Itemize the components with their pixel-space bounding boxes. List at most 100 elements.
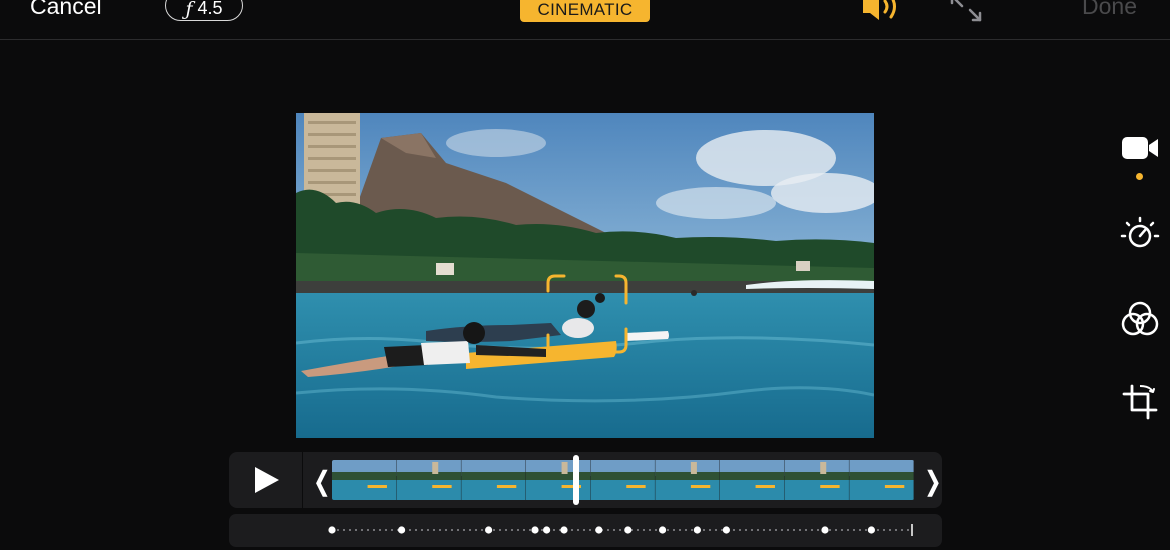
speaker-wave-icon[interactable] (860, 0, 904, 22)
filmstrip-frame (526, 460, 592, 500)
aperture-value: 4.5 (197, 0, 223, 18)
aperture-button[interactable]: ƒ 4.5 (165, 0, 243, 21)
focus-tick (811, 529, 813, 531)
video-preview[interactable] (296, 113, 874, 438)
focus-tick (385, 529, 387, 531)
focus-keyframe-dot[interactable] (543, 526, 551, 534)
focus-keyframe-dot[interactable] (595, 526, 603, 534)
crop-tool-button[interactable] (1118, 382, 1162, 422)
video-camera-icon (1122, 137, 1158, 159)
focus-tick (373, 529, 375, 531)
focus-tick (511, 529, 513, 531)
focus-keyframe-dot[interactable] (659, 526, 667, 534)
filmstrip-frame (396, 460, 462, 500)
focus-tick (541, 529, 543, 531)
focus-tick (463, 529, 465, 531)
focus-tick (691, 529, 693, 531)
focus-keyframe-dot[interactable] (560, 526, 568, 534)
focus-tick (877, 529, 879, 531)
crop-rotate-icon (1122, 384, 1158, 420)
focus-tick (733, 529, 735, 531)
expand-arrows-icon[interactable] (948, 0, 984, 24)
focus-keyframe-dot[interactable] (531, 526, 539, 534)
filmstrip-frame (461, 460, 527, 500)
focus-keyframe-dot[interactable] (328, 526, 336, 534)
focus-tick (607, 529, 609, 531)
trim-handle-right[interactable]: ❭ (922, 466, 944, 497)
top-bar: Cancel ƒ 4.5 CINEMATIC Done (0, 0, 1170, 40)
focus-tick (499, 529, 501, 531)
focus-tick (841, 529, 843, 531)
focus-tick (847, 529, 849, 531)
filmstrip-frame (655, 460, 721, 500)
focus-keyframe-dot[interactable] (821, 526, 829, 534)
focus-keyframe-dot[interactable] (624, 526, 632, 534)
adjust-tool-button[interactable] (1118, 214, 1162, 254)
focus-tick (667, 529, 669, 531)
timeline: ❬ ❭ (229, 452, 944, 508)
focus-tick (421, 529, 423, 531)
focus-tick (907, 529, 909, 531)
focus-tick (883, 529, 885, 531)
focus-tick (517, 529, 519, 531)
focus-tick (757, 529, 759, 531)
focus-keyframe-dot[interactable] (693, 526, 701, 534)
focus-tick (649, 529, 651, 531)
filmstrip-frame (720, 460, 786, 500)
focus-tick (445, 529, 447, 531)
focus-tick (481, 529, 483, 531)
focus-tick (355, 529, 357, 531)
focus-keyframe-dot[interactable] (485, 526, 493, 534)
focus-keyframe-dot[interactable] (867, 526, 876, 534)
focus-tick (637, 529, 639, 531)
filters-circles-icon (1121, 301, 1159, 336)
focus-tick (709, 529, 711, 531)
focus-tick (673, 529, 675, 531)
focus-tick (391, 529, 393, 531)
focus-tick (343, 529, 345, 531)
focus-tick (493, 529, 495, 531)
focus-tick (859, 529, 861, 531)
focus-tick (805, 529, 807, 531)
focus-tick (577, 529, 579, 531)
filmstrip-frame (332, 460, 398, 500)
focus-tick (703, 529, 705, 531)
focus-tick (619, 529, 621, 531)
focus-tick (775, 529, 777, 531)
focus-tick (379, 529, 381, 531)
focus-tick (685, 529, 687, 531)
focus-tick (523, 529, 525, 531)
focus-tick (787, 529, 789, 531)
filmstrip-frame (590, 460, 656, 500)
filmstrip-frame (849, 460, 914, 500)
video-tool-button[interactable] (1118, 128, 1162, 168)
aperture-symbol: ƒ (185, 0, 193, 20)
cancel-button[interactable]: Cancel (30, 0, 102, 20)
focus-tick (427, 529, 429, 531)
done-button[interactable]: Done (1082, 0, 1137, 20)
focus-tick (853, 529, 855, 531)
focus-tick (613, 529, 615, 531)
filters-tool-button[interactable] (1118, 299, 1162, 339)
focus-tick (553, 529, 555, 531)
focus-tick (721, 529, 723, 531)
focus-tick (865, 529, 867, 531)
focus-tick (835, 529, 837, 531)
focus-tick (769, 529, 771, 531)
cinematic-mode-badge[interactable]: CINEMATIC (520, 0, 650, 22)
focus-keyframe-dot[interactable] (722, 526, 730, 534)
focus-tick (589, 529, 591, 531)
focus-tick (745, 529, 747, 531)
focus-keyframe-dot[interactable] (398, 526, 406, 534)
focus-tick (829, 529, 831, 531)
play-button[interactable] (229, 452, 303, 508)
focus-tick (433, 529, 435, 531)
trim-handle-left[interactable]: ❬ (311, 466, 333, 497)
focus-tick (337, 529, 339, 531)
focus-tick (751, 529, 753, 531)
playhead[interactable] (573, 455, 580, 505)
focus-tick (415, 529, 417, 531)
focus-track[interactable] (229, 514, 942, 547)
filmstrip[interactable] (332, 460, 914, 500)
focus-tick (349, 529, 351, 531)
